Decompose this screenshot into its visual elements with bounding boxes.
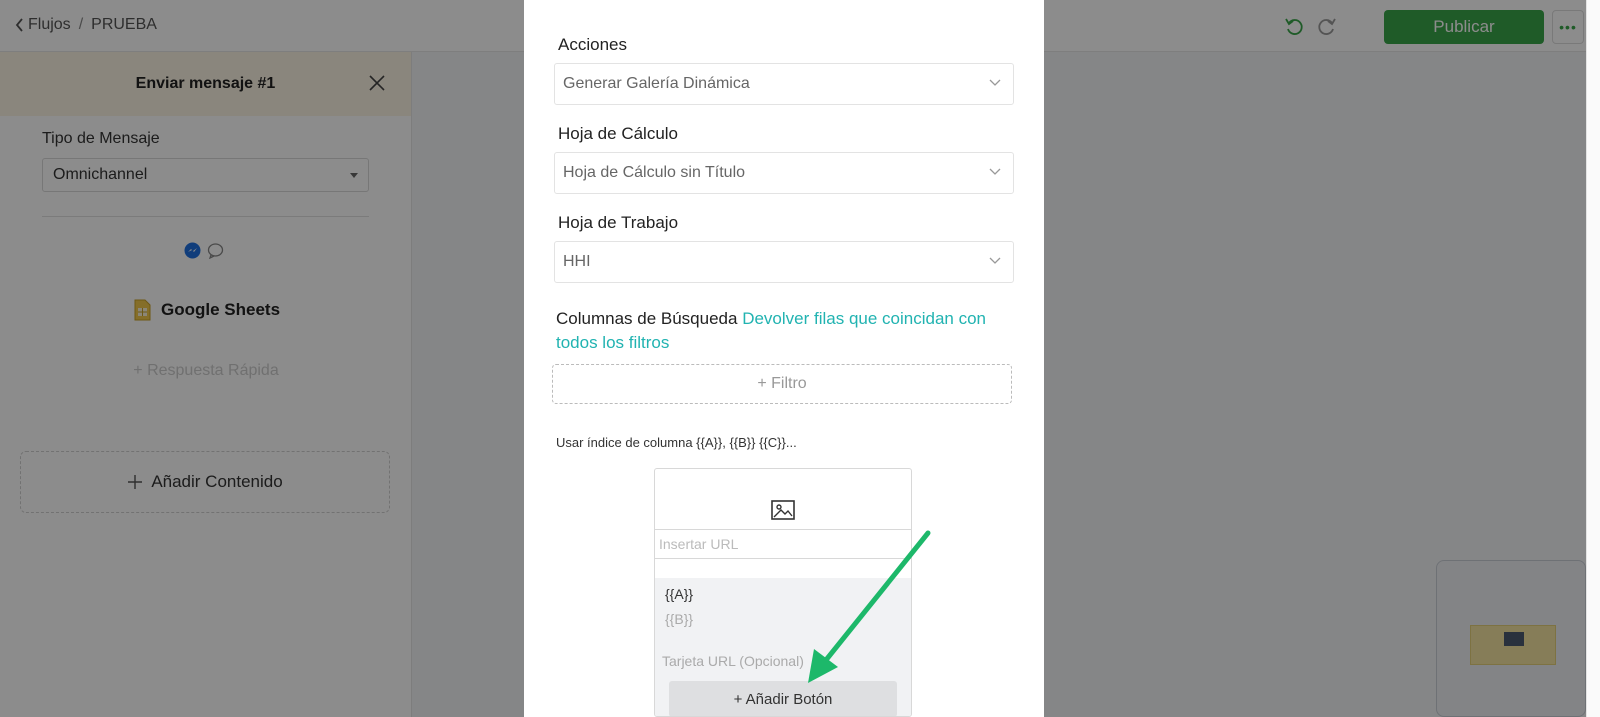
worksheet-value: HHI <box>563 253 591 270</box>
worksheet-label: Hoja de Trabajo <box>558 213 679 232</box>
image-icon <box>771 500 795 520</box>
add-filter-button[interactable]: + Filtro <box>552 364 1012 404</box>
actions-select[interactable]: Generar Galería Dinámica <box>554 63 1014 105</box>
card-url-field[interactable]: Tarjeta URL (Opcional) <box>662 653 804 669</box>
image-url-input[interactable]: Insertar URL <box>655 529 911 559</box>
scrollbar[interactable] <box>1586 0 1600 717</box>
gallery-card: Insertar URL {{A}} {{B}} Tarjeta URL (Op… <box>654 468 912 717</box>
spreadsheet-label: Hoja de Cálculo <box>558 124 679 143</box>
add-button-button[interactable]: + Añadir Botón <box>669 681 897 716</box>
column-index-hint: Usar índice de columna {{A}}, {{B}} {{C}… <box>556 435 797 450</box>
card-title-field[interactable]: {{A}} <box>665 586 693 602</box>
chevron-down-icon <box>989 79 1001 86</box>
spreadsheet-select[interactable]: Hoja de Cálculo sin Título <box>554 152 1014 194</box>
search-columns-label: Columnas de Búsqueda <box>556 309 738 328</box>
google-sheets-modal: Acciones Generar Galería Dinámica Hoja d… <box>524 0 1044 717</box>
chevron-down-icon <box>989 168 1001 175</box>
card-subtitle-field[interactable]: {{B}} <box>665 611 693 627</box>
worksheet-select[interactable]: HHI <box>554 241 1014 283</box>
actions-label: Acciones <box>558 35 627 54</box>
card-image-area[interactable] <box>655 469 911 529</box>
spreadsheet-value: Hoja de Cálculo sin Título <box>563 164 746 181</box>
card-body: {{A}} {{B}} Tarjeta URL (Opcional) + Aña… <box>655 578 911 716</box>
actions-value: Generar Galería Dinámica <box>563 75 750 92</box>
search-columns: Columnas de Búsqueda Devolver filas que … <box>556 307 1016 355</box>
chevron-down-icon <box>989 257 1001 264</box>
